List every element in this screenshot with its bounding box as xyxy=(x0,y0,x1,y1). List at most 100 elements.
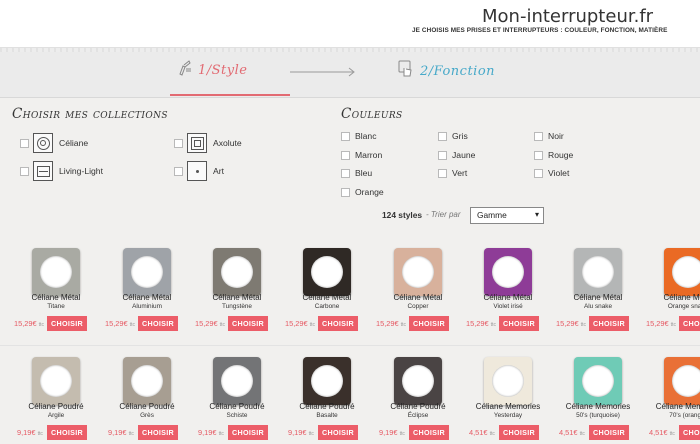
product-swatch-image[interactable] xyxy=(123,248,171,296)
price-ttc: ttc xyxy=(489,431,495,437)
product-price: 9,19€ ttc xyxy=(198,428,224,437)
choisir-button[interactable]: CHOISIR xyxy=(679,316,700,331)
choisir-button[interactable]: CHOISIR xyxy=(228,425,268,440)
product-swatch-image[interactable] xyxy=(303,248,351,296)
styles-count: 124 styles xyxy=(382,210,423,220)
product-name: Céliane Métal xyxy=(31,293,81,302)
price-value: 15,29€ xyxy=(376,319,399,328)
choisir-button[interactable]: CHOISIR xyxy=(138,425,178,440)
product-name: Céliane Memories xyxy=(475,402,541,411)
sort-select[interactable]: Gamme ▾ xyxy=(470,207,544,224)
price-value: 4,51€ xyxy=(649,428,668,437)
product-name: Céliane Métal xyxy=(122,293,172,302)
product-swatch-image[interactable] xyxy=(213,248,261,296)
step-fonction[interactable]: 2/Fonction xyxy=(398,60,495,83)
color-orange-checkbox[interactable] xyxy=(341,188,350,197)
price-ttc: ttc xyxy=(400,322,406,328)
color-jaune-label[interactable]: Jaune xyxy=(452,150,475,160)
step-style[interactable]: 1/Style xyxy=(178,60,247,81)
color-marron-checkbox[interactable] xyxy=(341,151,350,160)
color-vert-checkbox[interactable] xyxy=(438,169,447,178)
product-price: 15,29€ ttc xyxy=(195,319,225,328)
color-gris-label[interactable]: Gris xyxy=(452,131,468,141)
choisir-button[interactable]: CHOISIR xyxy=(409,425,449,440)
product-subname: Violet irisé xyxy=(493,303,523,310)
color-bleu-checkbox[interactable] xyxy=(341,169,350,178)
color-rouge-label[interactable]: Rouge xyxy=(548,150,573,160)
choisir-button[interactable]: CHOISIR xyxy=(499,425,539,440)
color-bleu-label[interactable]: Bleu xyxy=(355,168,372,178)
product-swatch-image[interactable] xyxy=(32,248,80,296)
color-vert-label[interactable]: Vert xyxy=(452,168,467,178)
color-noir-checkbox[interactable] xyxy=(534,132,543,141)
product-price: 15,29€ ttc xyxy=(556,319,586,328)
color-orange-label[interactable]: Orange xyxy=(355,187,384,197)
arrow-right-icon xyxy=(290,67,355,77)
price-value: 15,29€ xyxy=(14,319,37,328)
collection-celiane-label[interactable]: Céliane xyxy=(59,138,88,148)
product-price: 4,51€ ttc xyxy=(559,428,585,437)
product-subname: Orange snake xyxy=(667,303,700,310)
chevron-down-icon: ▾ xyxy=(534,210,539,219)
price-value: 15,29€ xyxy=(556,319,579,328)
choisir-button[interactable]: CHOISIR xyxy=(679,425,700,440)
product-subname: Argile xyxy=(47,412,65,419)
color-marron-label[interactable]: Marron xyxy=(355,150,382,160)
price-ttc: ttc xyxy=(38,322,44,328)
product-swatch-image[interactable] xyxy=(32,357,80,405)
product-subname: Schiste xyxy=(226,412,248,419)
product-swatch-image[interactable] xyxy=(484,357,532,405)
product-subname: Aluminium xyxy=(132,303,162,310)
product-swatch-image[interactable] xyxy=(484,248,532,296)
product-subname: Copper xyxy=(407,303,429,310)
price-ttc: ttc xyxy=(308,431,314,437)
product-swatch-image[interactable] xyxy=(664,248,700,296)
choisir-button[interactable]: CHOISIR xyxy=(318,316,358,331)
collection-art-label[interactable]: Art xyxy=(213,166,224,176)
product-swatch-image[interactable] xyxy=(303,357,351,405)
color-violet-label[interactable]: Violet xyxy=(548,168,569,178)
collection-living-light-label[interactable]: Living-Light xyxy=(59,166,103,176)
swatch-hole xyxy=(40,365,72,397)
collection-living-light-checkbox[interactable] xyxy=(20,167,29,176)
product-swatch-image[interactable] xyxy=(574,248,622,296)
swatch-hole xyxy=(582,256,614,288)
product-swatch-image[interactable] xyxy=(394,357,442,405)
price-value: 15,29€ xyxy=(105,319,128,328)
choisir-button[interactable]: CHOISIR xyxy=(589,316,629,331)
color-blanc-label[interactable]: Blanc xyxy=(355,131,377,141)
collection-art-checkbox[interactable] xyxy=(174,167,183,176)
product-swatch-image[interactable] xyxy=(394,248,442,296)
choisir-button[interactable]: CHOISIR xyxy=(228,316,268,331)
choisir-button[interactable]: CHOISIR xyxy=(318,425,358,440)
choisir-button[interactable]: CHOISIR xyxy=(138,316,178,331)
product-swatch-image[interactable] xyxy=(123,357,171,405)
collection-axolute-label[interactable]: Axolute xyxy=(213,138,242,148)
product-swatch-image[interactable] xyxy=(574,357,622,405)
choisir-button[interactable]: CHOISIR xyxy=(589,425,629,440)
site-title[interactable]: Mon-interrupteur.fr xyxy=(482,6,653,27)
product-swatch-image[interactable] xyxy=(664,357,700,405)
product-swatch-image[interactable] xyxy=(213,357,261,405)
color-violet-checkbox[interactable] xyxy=(534,169,543,178)
product-subname: Carbone xyxy=(314,303,340,310)
choisir-button[interactable]: CHOISIR xyxy=(409,316,449,331)
collections-heading: Choisir mes collections xyxy=(12,106,168,122)
product-name: Céliane Métal xyxy=(212,293,262,302)
choisir-button[interactable]: CHOISIR xyxy=(47,316,87,331)
price-value: 4,51€ xyxy=(469,428,488,437)
collection-celiane-checkbox[interactable] xyxy=(20,139,29,148)
choisir-button[interactable]: CHOISIR xyxy=(47,425,87,440)
product-name: Céliane Poudré xyxy=(390,402,446,411)
color-noir-label[interactable]: Noir xyxy=(548,131,564,141)
color-jaune-checkbox[interactable] xyxy=(438,151,447,160)
swatch-hole xyxy=(311,365,343,397)
product-subname: 70's (orange) xyxy=(669,412,700,419)
color-rouge-checkbox[interactable] xyxy=(534,151,543,160)
product-price: 4,51€ ttc xyxy=(469,428,495,437)
color-blanc-checkbox[interactable] xyxy=(341,132,350,141)
swatch-hole xyxy=(131,256,163,288)
color-gris-checkbox[interactable] xyxy=(438,132,447,141)
collection-axolute-checkbox[interactable] xyxy=(174,139,183,148)
choisir-button[interactable]: CHOISIR xyxy=(499,316,539,331)
